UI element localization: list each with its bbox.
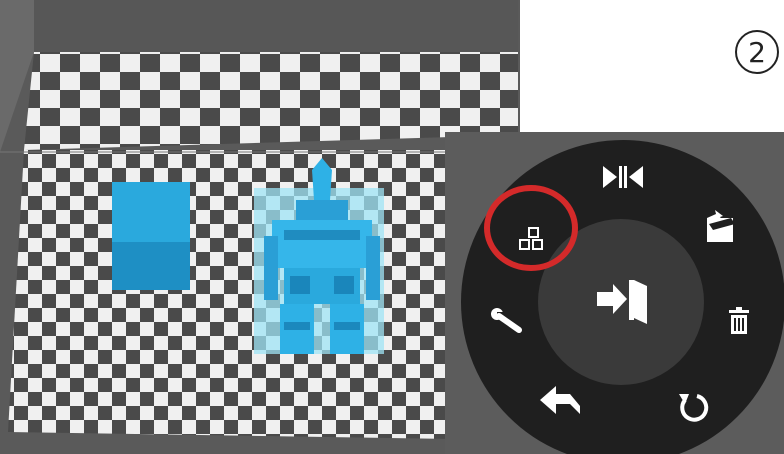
delete-button[interactable] (729, 307, 749, 334)
back-wall (34, 0, 518, 52)
build-plate-back (24, 52, 518, 150)
step-number-badge: 2 (735, 30, 779, 74)
cube-object[interactable] (112, 182, 190, 290)
radial-context-menu (445, 132, 784, 454)
app-screen: 2 (0, 0, 784, 454)
trash-icon (729, 307, 749, 334)
